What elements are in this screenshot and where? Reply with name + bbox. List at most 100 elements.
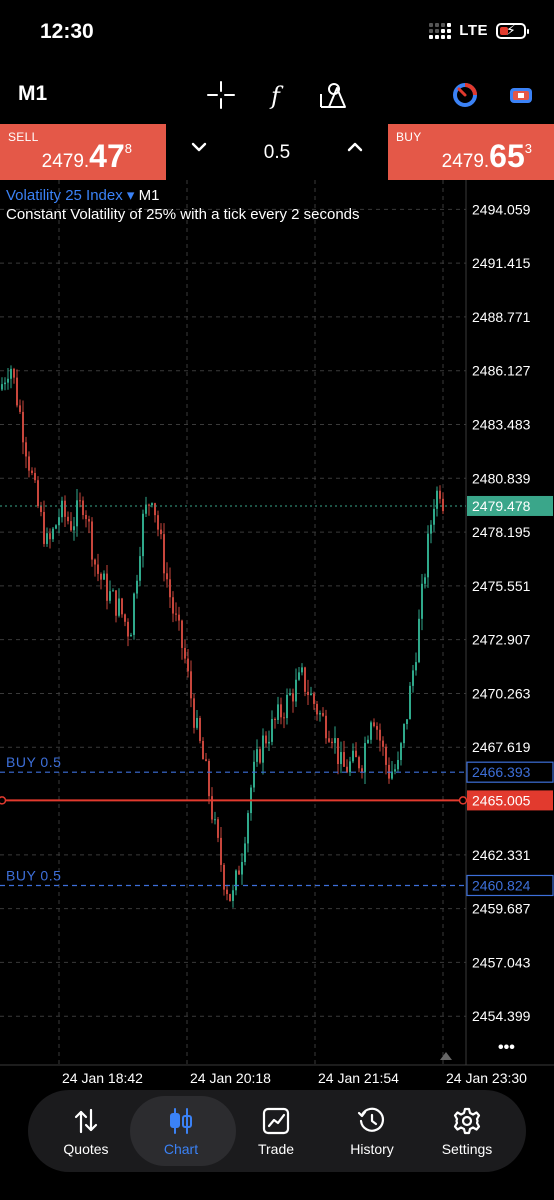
candle-body — [103, 573, 105, 580]
volume-increase-button[interactable] — [346, 138, 364, 162]
chart-symbol[interactable]: Volatility 25 Index ▾ M1 — [6, 186, 159, 204]
candle-body — [337, 738, 339, 765]
sell-button[interactable]: SELL 2479.478 — [0, 124, 166, 180]
candle-body — [202, 740, 204, 760]
price-label: 2475.551 — [472, 578, 531, 594]
candle-body — [85, 515, 87, 520]
candle-body — [178, 614, 180, 621]
candle-body — [262, 735, 264, 763]
candle-body — [106, 573, 108, 601]
price-label: 2491.415 — [472, 255, 531, 271]
tab-quotes[interactable]: Quotes — [38, 1090, 134, 1172]
candle-body — [175, 613, 177, 615]
status-bar: 12:30 LTE ⚡ — [0, 0, 554, 66]
candle-body — [352, 750, 354, 762]
candle-body — [40, 506, 42, 512]
candle-body — [256, 749, 258, 762]
candle-body — [124, 614, 126, 622]
candle-body — [355, 750, 357, 758]
candle-body — [166, 573, 168, 580]
candle-body — [205, 759, 207, 761]
price-label: 2454.399 — [472, 1008, 531, 1024]
price-chart[interactable]: 2494.059 2491.415 2488.771 2486.127 2483.483… — [0, 180, 554, 1088]
candle-body — [367, 739, 369, 744]
candle-body — [226, 889, 228, 895]
buy-label: BUY — [396, 130, 422, 144]
tab-settings[interactable]: Settings — [419, 1090, 515, 1172]
tab-quotes-label: Quotes — [63, 1141, 109, 1157]
indicators-icon[interactable]: f — [260, 80, 294, 110]
candle-body — [343, 752, 345, 767]
candle-body — [7, 378, 9, 383]
tab-settings-label: Settings — [441, 1141, 493, 1157]
candle-body — [322, 713, 324, 716]
candle-body — [298, 672, 300, 680]
candle-body — [118, 598, 120, 616]
price-label: 2478.195 — [472, 524, 531, 540]
candle-body — [358, 757, 360, 769]
candle-body — [238, 870, 240, 875]
price-label: 2494.059 — [472, 201, 531, 217]
candle-body — [181, 620, 183, 648]
candle-body — [253, 761, 255, 788]
candle-body — [79, 500, 81, 502]
candle-body — [115, 590, 117, 616]
battery-icon: ⚡ — [496, 22, 529, 39]
candle-body — [157, 515, 159, 530]
candle-body — [331, 741, 333, 744]
candle-body — [286, 694, 288, 719]
candle-body — [100, 573, 102, 580]
candle-body — [412, 670, 414, 686]
candle-body — [220, 837, 222, 865]
tab-history[interactable]: History — [324, 1090, 420, 1172]
candle-body — [82, 500, 84, 516]
network-type: LTE — [459, 22, 488, 39]
order-label: BUY 0.5 — [6, 867, 61, 883]
candle-body — [46, 533, 48, 544]
price-label: 2486.127 — [472, 363, 531, 379]
candle-body — [31, 470, 33, 474]
candle-body — [235, 870, 237, 891]
one-click-trade-panel: SELL 2479.478 0.5 BUY 2479.653 — [0, 124, 554, 180]
timeframe-selector[interactable]: M1 — [18, 82, 47, 106]
candle-body — [223, 864, 225, 890]
candle-body — [403, 724, 405, 744]
price-label: 2462.331 — [472, 847, 531, 863]
objects-icon[interactable] — [316, 80, 350, 110]
sell-label: SELL — [8, 130, 39, 144]
symbol-description: Constant Volatility of 25% with a tick e… — [6, 206, 360, 223]
crosshair-icon[interactable] — [204, 80, 238, 110]
candle-body — [382, 740, 384, 747]
candle-body — [406, 719, 408, 725]
candle-body — [109, 591, 111, 601]
candle-body — [148, 504, 150, 506]
trade-panel-icon[interactable] — [504, 80, 538, 110]
price-label: 2459.687 — [472, 901, 531, 917]
volume-control: 0.5 — [166, 124, 388, 180]
tab-chart[interactable]: Chart — [133, 1090, 229, 1172]
candle-body — [244, 843, 246, 862]
candle-body — [127, 621, 129, 637]
candle-body — [277, 704, 279, 720]
candle-body — [172, 597, 174, 614]
buy-button[interactable]: BUY 2479.653 — [388, 124, 554, 180]
trade-icon — [262, 1107, 290, 1135]
candle-body — [187, 658, 189, 672]
one-click-trading-icon[interactable] — [448, 80, 482, 110]
price-label: 2488.771 — [472, 309, 531, 325]
candle-body — [241, 861, 243, 875]
tab-chart-label: Chart — [163, 1141, 199, 1157]
tab-trade[interactable]: Trade — [228, 1090, 324, 1172]
candle-body — [328, 738, 330, 742]
settings-icon — [453, 1107, 481, 1135]
candle-body — [304, 667, 306, 692]
candle-body — [295, 679, 297, 702]
order-price-label: 2460.824 — [472, 877, 531, 893]
price-label: 2472.907 — [472, 632, 531, 648]
candle-body — [421, 583, 423, 619]
candle-body — [289, 693, 291, 695]
chart-canvas[interactable]: 2494.059 2491.415 2488.771 2486.127 2483.483… — [0, 180, 554, 1088]
price-label: 2470.263 — [472, 685, 531, 701]
candle-body — [139, 556, 141, 581]
candle-body — [271, 719, 273, 742]
